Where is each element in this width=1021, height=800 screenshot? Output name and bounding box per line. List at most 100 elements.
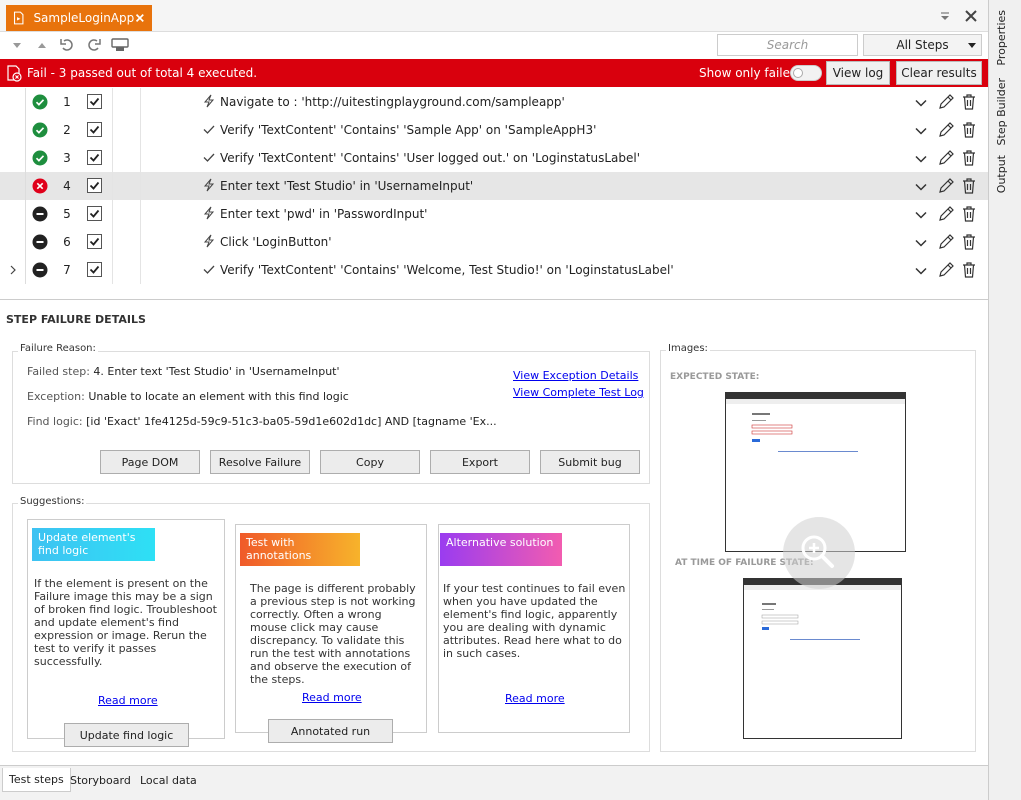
- step-description: Verify 'TextContent' 'Contains' 'User lo…: [220, 151, 640, 165]
- delete-trash-icon[interactable]: [961, 177, 977, 195]
- step-row[interactable]: 6 Click 'LoginButton': [0, 228, 988, 256]
- tab-title: SampleLoginApp: [33, 11, 135, 25]
- step-enabled-checkbox[interactable]: [87, 262, 102, 277]
- step-gutter[interactable]: [0, 144, 26, 172]
- delete-trash-icon[interactable]: [961, 121, 977, 139]
- step-gutter[interactable]: [0, 228, 26, 256]
- view-log-button[interactable]: View log: [826, 61, 890, 85]
- annotated-run-button[interactable]: Annotated run: [268, 719, 393, 743]
- step-row[interactable]: 7 Verify 'TextContent' 'Contains' 'Welcom…: [0, 256, 988, 284]
- zoom-in-icon[interactable]: [782, 516, 856, 590]
- read-more-link[interactable]: Read more: [98, 694, 158, 707]
- expand-step-icon[interactable]: [914, 152, 928, 166]
- copy-button[interactable]: Copy: [320, 450, 420, 474]
- page-dom-button[interactable]: Page DOM: [100, 450, 200, 474]
- step-enabled-checkbox[interactable]: [87, 122, 102, 137]
- expand-step-icon[interactable]: [914, 236, 928, 250]
- move-down-icon[interactable]: [9, 37, 25, 53]
- step-gutter[interactable]: [0, 88, 26, 116]
- read-more-link[interactable]: Read more: [302, 691, 362, 704]
- expand-step-icon[interactable]: [914, 96, 928, 110]
- failed-step-value: 4. Enter text 'Test Studio' in 'Username…: [93, 365, 340, 378]
- column-divider: [140, 256, 141, 284]
- edit-pencil-icon[interactable]: [937, 261, 955, 279]
- clear-results-button[interactable]: Clear results: [896, 61, 982, 85]
- failed-step-label: Failed step:: [27, 365, 90, 378]
- update-find-logic-button[interactable]: Update find logic: [64, 723, 189, 747]
- step-enabled-checkbox[interactable]: [87, 206, 102, 221]
- step-enabled-checkbox[interactable]: [87, 178, 102, 193]
- find-logic-row: Find logic: [id 'Exact' 1fe4125d-59c9-51…: [27, 415, 497, 428]
- tab-sampleloginapp[interactable]: SampleLoginApp: [6, 5, 152, 31]
- step-gutter[interactable]: [0, 172, 26, 200]
- side-panel-tabs: Properties Step Builder Output: [988, 0, 1021, 800]
- tab-test-steps[interactable]: Test steps: [2, 768, 71, 792]
- expand-step-icon[interactable]: [914, 208, 928, 222]
- close-tab-icon[interactable]: [134, 11, 146, 25]
- step-gutter[interactable]: [0, 200, 26, 228]
- expand-step-icon[interactable]: [914, 124, 928, 138]
- step-number: 2: [63, 123, 71, 137]
- delete-trash-icon[interactable]: [961, 205, 977, 223]
- move-up-icon[interactable]: [34, 37, 50, 53]
- redo-icon[interactable]: [86, 37, 102, 53]
- step-description: Click 'LoginButton': [220, 235, 332, 249]
- step-failure-details-heading: STEP FAILURE DETAILS: [6, 313, 146, 326]
- step-row[interactable]: 2 Verify 'TextContent' 'Contains' 'Sample…: [0, 116, 988, 144]
- step-gutter[interactable]: [0, 116, 26, 144]
- export-button[interactable]: Export: [430, 450, 530, 474]
- checkmark-icon: [89, 181, 100, 190]
- tab-properties[interactable]: Properties: [995, 10, 1008, 66]
- edit-pencil-icon[interactable]: [937, 205, 955, 223]
- edit-pencil-icon[interactable]: [937, 233, 955, 251]
- step-enabled-checkbox[interactable]: [87, 234, 102, 249]
- tab-step-builder[interactable]: Step Builder: [995, 78, 1008, 145]
- edit-pencil-icon[interactable]: [937, 177, 955, 195]
- view-exception-details-link[interactable]: View Exception Details: [513, 369, 638, 382]
- failure-state-image[interactable]: [743, 578, 902, 739]
- column-divider: [112, 228, 113, 256]
- column-divider: [112, 116, 113, 144]
- suggestion-badge: Update element's find logic: [32, 528, 155, 561]
- edit-pencil-icon[interactable]: [937, 121, 955, 139]
- delete-trash-icon[interactable]: [961, 261, 977, 279]
- step-enabled-checkbox[interactable]: [87, 94, 102, 109]
- step-row[interactable]: 5 Enter text 'pwd' in 'PasswordInput': [0, 200, 988, 228]
- action-bolt-icon: [203, 234, 215, 248]
- delete-trash-icon[interactable]: [961, 149, 977, 167]
- view-complete-test-log-link[interactable]: View Complete Test Log: [513, 386, 644, 399]
- step-gutter[interactable]: [0, 256, 26, 284]
- read-more-link[interactable]: Read more: [505, 692, 565, 705]
- record-steps-icon[interactable]: [111, 37, 129, 53]
- resolve-failure-button[interactable]: Resolve Failure: [210, 450, 310, 474]
- close-document-icon[interactable]: [963, 8, 979, 24]
- step-row[interactable]: 1 Navigate to : 'http://uitestingplaygrou…: [0, 88, 988, 116]
- edit-pencil-icon[interactable]: [937, 149, 955, 167]
- checkmark-icon: [89, 153, 100, 162]
- verification-check-icon: [203, 153, 215, 162]
- step-row[interactable]: 3 Verify 'TextContent' 'Contains' 'User l…: [0, 144, 988, 172]
- submit-bug-button[interactable]: Submit bug: [540, 450, 640, 474]
- tab-output[interactable]: Output: [995, 155, 1008, 193]
- delete-trash-icon[interactable]: [961, 93, 977, 111]
- tab-local-data[interactable]: Local data: [134, 768, 203, 792]
- step-number: 3: [63, 151, 71, 165]
- step-row[interactable]: 4 Enter text 'Test Studio' in 'UsernameIn…: [0, 172, 988, 200]
- suggestions-label: Suggestions:: [18, 496, 87, 507]
- step-filter-dropdown[interactable]: All Steps: [863, 34, 982, 56]
- step-passed-icon: [32, 94, 48, 110]
- delete-trash-icon[interactable]: [961, 233, 977, 251]
- tab-list-dropdown-icon[interactable]: [938, 10, 952, 24]
- step-enabled-checkbox[interactable]: [87, 150, 102, 165]
- checkmark-icon: [89, 265, 100, 274]
- expand-step-icon[interactable]: [914, 264, 928, 278]
- edit-pencil-icon[interactable]: [937, 93, 955, 111]
- column-divider: [140, 228, 141, 256]
- search-input[interactable]: [717, 34, 858, 56]
- undo-icon[interactable]: [59, 37, 75, 53]
- tab-storyboard[interactable]: Storyboard: [64, 768, 137, 792]
- show-only-failed-toggle[interactable]: [790, 65, 822, 81]
- expand-step-icon[interactable]: [914, 180, 928, 194]
- suggestion-badge: Alternative solution: [440, 533, 562, 566]
- result-summary-text: Fail - 3 passed out of total 4 executed.: [27, 66, 258, 80]
